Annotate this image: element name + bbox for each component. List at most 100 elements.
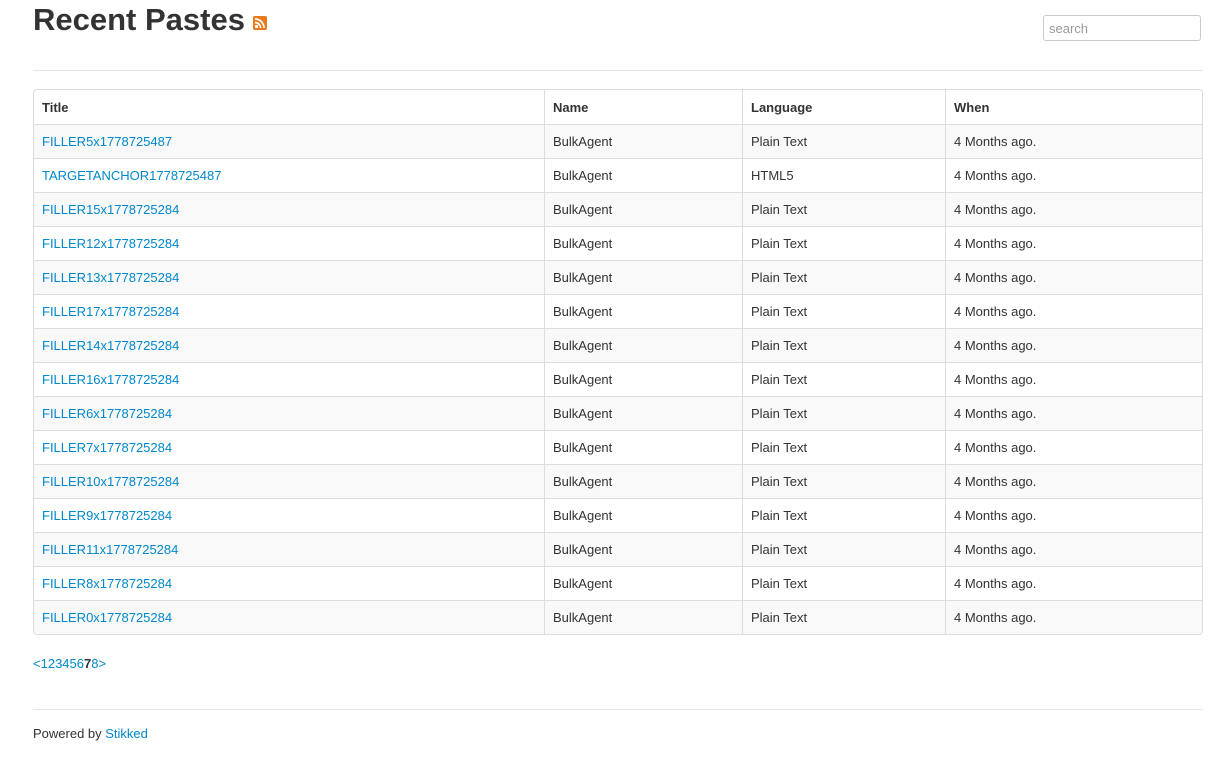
recent-pastes-table: Title Name Language When FILLER5x1778725…	[33, 89, 1203, 635]
paste-title-link[interactable]: FILLER6x1778725284	[42, 406, 172, 421]
cell-language: Plain Text	[742, 294, 945, 328]
pagination-next-link[interactable]: >	[98, 656, 106, 671]
paste-author: BulkAgent	[553, 610, 613, 625]
paste-author: BulkAgent	[553, 542, 613, 557]
cell-title: FILLER9x1778725284	[34, 498, 544, 532]
paste-when: 4 Months ago.	[954, 338, 1037, 353]
page-title-text: Recent Pastes	[33, 2, 245, 37]
paste-title-link[interactable]: FILLER12x1778725284	[42, 236, 179, 251]
cell-name: BulkAgent	[544, 396, 742, 430]
cell-title: FILLER7x1778725284	[34, 430, 544, 464]
table-row: FILLER5x1778725487 BulkAgent Plain Text 4 M…	[34, 124, 1202, 158]
paste-title-link[interactable]: FILLER0x1778725284	[42, 610, 172, 625]
table-row: FILLER6x1778725284 BulkAgent Plain Text 4 M…	[34, 396, 1202, 430]
cell-language: Plain Text	[742, 566, 945, 600]
cell-title: FILLER5x1778725487	[34, 124, 544, 158]
pagination-page-link[interactable]: 4	[62, 656, 69, 671]
cell-language: Plain Text	[742, 124, 945, 158]
cell-when: 4 Months ago.	[945, 498, 1202, 532]
cell-title: FILLER17x1778725284	[34, 294, 544, 328]
paste-title-link[interactable]: FILLER14x1778725284	[42, 338, 179, 353]
cell-title: TARGETANCHOR1778725487	[34, 158, 544, 192]
paste-title-link[interactable]: FILLER11x1778725284	[42, 542, 178, 557]
paste-author: BulkAgent	[553, 304, 613, 319]
table-row: FILLER8x1778725284 BulkAgent Plain Text 4 M…	[34, 566, 1202, 600]
cell-language: Plain Text	[742, 226, 945, 260]
rss-feed-icon[interactable]	[252, 16, 267, 30]
cell-language: Plain Text	[742, 192, 945, 226]
pagination-prev-link[interactable]: <	[33, 656, 41, 671]
stikked-link[interactable]: Stikked	[105, 726, 148, 741]
cell-language: Plain Text	[742, 532, 945, 566]
cell-when: 4 Months ago.	[945, 158, 1202, 192]
paste-title-link[interactable]: FILLER9x1778725284	[42, 508, 172, 523]
cell-when: 4 Months ago.	[945, 192, 1202, 226]
cell-language: Plain Text	[742, 260, 945, 294]
cell-when: 4 Months ago.	[945, 532, 1202, 566]
paste-author: BulkAgent	[553, 440, 613, 455]
paste-author: BulkAgent	[553, 338, 613, 353]
pagination-page-link[interactable]: 6	[77, 656, 84, 671]
header-divider	[33, 70, 1203, 71]
paste-when: 4 Months ago.	[954, 134, 1037, 149]
cell-language: Plain Text	[742, 498, 945, 532]
cell-title: FILLER13x1778725284	[34, 260, 544, 294]
cell-when: 4 Months ago.	[945, 396, 1202, 430]
table-row: FILLER10x1778725284 BulkAgent Plain Text 4 …	[34, 464, 1202, 498]
paste-title-link[interactable]: FILLER13x1778725284	[42, 270, 179, 285]
cell-name: BulkAgent	[544, 294, 742, 328]
paste-when: 4 Months ago.	[954, 508, 1037, 523]
cell-when: 4 Months ago.	[945, 600, 1202, 634]
paste-title-link[interactable]: FILLER15x1778725284	[42, 202, 179, 217]
cell-when: 4 Months ago.	[945, 124, 1202, 158]
paste-when: 4 Months ago.	[954, 168, 1037, 183]
footer-divider	[33, 709, 1203, 710]
paste-when: 4 Months ago.	[954, 202, 1037, 217]
cell-title: FILLER12x1778725284	[34, 226, 544, 260]
paste-language: Plain Text	[751, 406, 808, 421]
cell-name: BulkAgent	[544, 600, 742, 634]
cell-language: Plain Text	[742, 328, 945, 362]
cell-name: BulkAgent	[544, 566, 742, 600]
table-row: FILLER0x1778725284 BulkAgent Plain Text 4 M…	[34, 600, 1202, 634]
cell-name: BulkAgent	[544, 328, 742, 362]
cell-name: BulkAgent	[544, 498, 742, 532]
paste-title-link[interactable]: FILLER16x1778725284	[42, 372, 179, 387]
column-header-name: Name	[544, 90, 742, 124]
pagination-page-link[interactable]: 5	[70, 656, 77, 671]
paste-author: BulkAgent	[553, 474, 613, 489]
paste-author: BulkAgent	[553, 236, 613, 251]
cell-when: 4 Months ago.	[945, 362, 1202, 396]
paste-language: Plain Text	[751, 304, 808, 319]
paste-language: Plain Text	[751, 202, 808, 217]
paste-when: 4 Months ago.	[954, 474, 1037, 489]
cell-title: FILLER15x1778725284	[34, 192, 544, 226]
cell-language: Plain Text	[742, 600, 945, 634]
paste-language: Plain Text	[751, 372, 808, 387]
paste-title-link[interactable]: FILLER17x1778725284	[42, 304, 179, 319]
paste-author: BulkAgent	[553, 372, 613, 387]
cell-language: Plain Text	[742, 362, 945, 396]
search-input[interactable]	[1043, 15, 1201, 41]
table-row: FILLER12x1778725284 BulkAgent Plain Text 4 …	[34, 226, 1202, 260]
table-row: FILLER13x1778725284 BulkAgent Plain Text 4 …	[34, 260, 1202, 294]
column-header-language: Language	[742, 90, 945, 124]
pagination: <12345678>	[33, 656, 106, 672]
pagination-page-link[interactable]: 1	[41, 656, 48, 671]
paste-language: Plain Text	[751, 270, 808, 285]
cell-name: BulkAgent	[544, 192, 742, 226]
paste-title-link[interactable]: FILLER10x1778725284	[42, 474, 179, 489]
pagination-page-link[interactable]: 2	[48, 656, 55, 671]
paste-title-link[interactable]: FILLER7x1778725284	[42, 440, 172, 455]
paste-language: HTML5	[751, 168, 794, 183]
cell-when: 4 Months ago.	[945, 294, 1202, 328]
column-header-title: Title	[42, 99, 69, 115]
paste-when: 4 Months ago.	[954, 304, 1037, 319]
paste-title-link[interactable]: TARGETANCHOR1778725487	[42, 168, 221, 183]
paste-title-link[interactable]: FILLER8x1778725284	[42, 576, 172, 591]
paste-language: Plain Text	[751, 576, 808, 591]
cell-name: BulkAgent	[544, 362, 742, 396]
table-row: FILLER16x1778725284 BulkAgent Plain Text 4 …	[34, 362, 1202, 396]
paste-title-link[interactable]: FILLER5x1778725487	[42, 134, 172, 149]
cell-name: BulkAgent	[544, 260, 742, 294]
